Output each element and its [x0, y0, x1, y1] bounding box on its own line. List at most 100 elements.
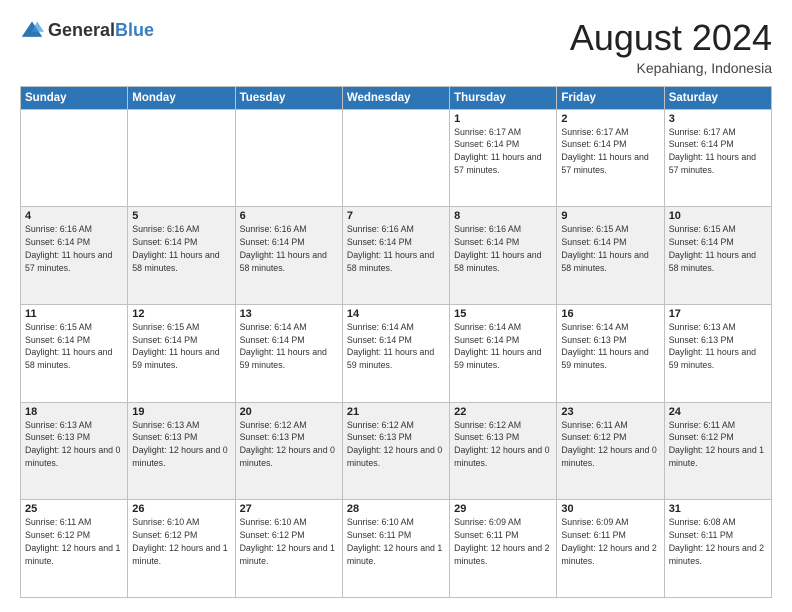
day-number: 21 — [347, 406, 445, 418]
day-number: 1 — [454, 113, 552, 125]
header: GeneralBlue August 2024 Kepahiang, Indon… — [20, 18, 772, 76]
day-number: 13 — [240, 308, 338, 320]
calendar-week-row: 25Sunrise: 6:11 AM Sunset: 6:12 PM Dayli… — [21, 500, 772, 598]
calendar-cell: 20Sunrise: 6:12 AM Sunset: 6:13 PM Dayli… — [235, 402, 342, 500]
day-number: 6 — [240, 210, 338, 222]
calendar-table: SundayMondayTuesdayWednesdayThursdayFrid… — [20, 86, 772, 598]
calendar-cell — [21, 109, 128, 207]
day-info: Sunrise: 6:16 AM Sunset: 6:14 PM Dayligh… — [347, 223, 445, 274]
day-info: Sunrise: 6:11 AM Sunset: 6:12 PM Dayligh… — [669, 419, 767, 470]
weekday-header-thursday: Thursday — [450, 86, 557, 109]
month-title: August 2024 — [570, 18, 772, 58]
calendar-cell: 8Sunrise: 6:16 AM Sunset: 6:14 PM Daylig… — [450, 207, 557, 305]
day-number: 8 — [454, 210, 552, 222]
day-info: Sunrise: 6:10 AM Sunset: 6:11 PM Dayligh… — [347, 516, 445, 567]
day-info: Sunrise: 6:17 AM Sunset: 6:14 PM Dayligh… — [454, 126, 552, 177]
calendar-cell: 14Sunrise: 6:14 AM Sunset: 6:14 PM Dayli… — [342, 304, 449, 402]
calendar-cell: 21Sunrise: 6:12 AM Sunset: 6:13 PM Dayli… — [342, 402, 449, 500]
day-number: 18 — [25, 406, 123, 418]
location: Kepahiang, Indonesia — [570, 60, 772, 76]
day-number: 20 — [240, 406, 338, 418]
calendar-cell: 29Sunrise: 6:09 AM Sunset: 6:11 PM Dayli… — [450, 500, 557, 598]
day-info: Sunrise: 6:10 AM Sunset: 6:12 PM Dayligh… — [240, 516, 338, 567]
day-number: 7 — [347, 210, 445, 222]
weekday-header-friday: Friday — [557, 86, 664, 109]
calendar-cell: 5Sunrise: 6:16 AM Sunset: 6:14 PM Daylig… — [128, 207, 235, 305]
calendar-cell: 1Sunrise: 6:17 AM Sunset: 6:14 PM Daylig… — [450, 109, 557, 207]
day-number: 15 — [454, 308, 552, 320]
day-number: 22 — [454, 406, 552, 418]
calendar-cell: 23Sunrise: 6:11 AM Sunset: 6:12 PM Dayli… — [557, 402, 664, 500]
day-info: Sunrise: 6:11 AM Sunset: 6:12 PM Dayligh… — [25, 516, 123, 567]
calendar-cell: 30Sunrise: 6:09 AM Sunset: 6:11 PM Dayli… — [557, 500, 664, 598]
day-number: 5 — [132, 210, 230, 222]
calendar-cell: 10Sunrise: 6:15 AM Sunset: 6:14 PM Dayli… — [664, 207, 771, 305]
day-number: 17 — [669, 308, 767, 320]
day-number: 9 — [561, 210, 659, 222]
day-number: 26 — [132, 503, 230, 515]
day-number: 2 — [561, 113, 659, 125]
day-info: Sunrise: 6:09 AM Sunset: 6:11 PM Dayligh… — [454, 516, 552, 567]
logo-icon — [20, 18, 44, 42]
day-info: Sunrise: 6:15 AM Sunset: 6:14 PM Dayligh… — [669, 223, 767, 274]
day-number: 16 — [561, 308, 659, 320]
day-info: Sunrise: 6:16 AM Sunset: 6:14 PM Dayligh… — [25, 223, 123, 274]
day-number: 25 — [25, 503, 123, 515]
day-number: 31 — [669, 503, 767, 515]
logo-text: GeneralBlue — [48, 20, 154, 41]
day-info: Sunrise: 6:13 AM Sunset: 6:13 PM Dayligh… — [25, 419, 123, 470]
day-info: Sunrise: 6:11 AM Sunset: 6:12 PM Dayligh… — [561, 419, 659, 470]
day-info: Sunrise: 6:15 AM Sunset: 6:14 PM Dayligh… — [132, 321, 230, 372]
calendar-cell — [342, 109, 449, 207]
page: GeneralBlue August 2024 Kepahiang, Indon… — [0, 0, 792, 612]
day-info: Sunrise: 6:14 AM Sunset: 6:14 PM Dayligh… — [347, 321, 445, 372]
day-info: Sunrise: 6:17 AM Sunset: 6:14 PM Dayligh… — [669, 126, 767, 177]
day-number: 19 — [132, 406, 230, 418]
day-number: 27 — [240, 503, 338, 515]
day-number: 24 — [669, 406, 767, 418]
day-number: 29 — [454, 503, 552, 515]
day-info: Sunrise: 6:14 AM Sunset: 6:14 PM Dayligh… — [454, 321, 552, 372]
calendar-week-row: 18Sunrise: 6:13 AM Sunset: 6:13 PM Dayli… — [21, 402, 772, 500]
calendar-cell: 2Sunrise: 6:17 AM Sunset: 6:14 PM Daylig… — [557, 109, 664, 207]
calendar-cell: 28Sunrise: 6:10 AM Sunset: 6:11 PM Dayli… — [342, 500, 449, 598]
calendar-cell: 31Sunrise: 6:08 AM Sunset: 6:11 PM Dayli… — [664, 500, 771, 598]
day-info: Sunrise: 6:12 AM Sunset: 6:13 PM Dayligh… — [240, 419, 338, 470]
calendar-cell: 13Sunrise: 6:14 AM Sunset: 6:14 PM Dayli… — [235, 304, 342, 402]
day-info: Sunrise: 6:16 AM Sunset: 6:14 PM Dayligh… — [240, 223, 338, 274]
calendar-cell: 27Sunrise: 6:10 AM Sunset: 6:12 PM Dayli… — [235, 500, 342, 598]
day-info: Sunrise: 6:16 AM Sunset: 6:14 PM Dayligh… — [454, 223, 552, 274]
day-info: Sunrise: 6:15 AM Sunset: 6:14 PM Dayligh… — [25, 321, 123, 372]
calendar-cell: 7Sunrise: 6:16 AM Sunset: 6:14 PM Daylig… — [342, 207, 449, 305]
day-info: Sunrise: 6:10 AM Sunset: 6:12 PM Dayligh… — [132, 516, 230, 567]
day-info: Sunrise: 6:13 AM Sunset: 6:13 PM Dayligh… — [669, 321, 767, 372]
logo: GeneralBlue — [20, 18, 154, 42]
weekday-header-tuesday: Tuesday — [235, 86, 342, 109]
day-number: 23 — [561, 406, 659, 418]
calendar-cell: 12Sunrise: 6:15 AM Sunset: 6:14 PM Dayli… — [128, 304, 235, 402]
day-number: 3 — [669, 113, 767, 125]
calendar-cell: 17Sunrise: 6:13 AM Sunset: 6:13 PM Dayli… — [664, 304, 771, 402]
calendar-cell: 22Sunrise: 6:12 AM Sunset: 6:13 PM Dayli… — [450, 402, 557, 500]
day-number: 30 — [561, 503, 659, 515]
day-number: 12 — [132, 308, 230, 320]
day-number: 4 — [25, 210, 123, 222]
calendar-cell: 16Sunrise: 6:14 AM Sunset: 6:13 PM Dayli… — [557, 304, 664, 402]
calendar-cell — [235, 109, 342, 207]
calendar-cell: 11Sunrise: 6:15 AM Sunset: 6:14 PM Dayli… — [21, 304, 128, 402]
title-block: August 2024 Kepahiang, Indonesia — [570, 18, 772, 76]
day-number: 28 — [347, 503, 445, 515]
calendar-cell: 6Sunrise: 6:16 AM Sunset: 6:14 PM Daylig… — [235, 207, 342, 305]
day-number: 11 — [25, 308, 123, 320]
calendar-week-row: 11Sunrise: 6:15 AM Sunset: 6:14 PM Dayli… — [21, 304, 772, 402]
calendar-cell: 19Sunrise: 6:13 AM Sunset: 6:13 PM Dayli… — [128, 402, 235, 500]
calendar-cell: 25Sunrise: 6:11 AM Sunset: 6:12 PM Dayli… — [21, 500, 128, 598]
day-info: Sunrise: 6:14 AM Sunset: 6:14 PM Dayligh… — [240, 321, 338, 372]
day-info: Sunrise: 6:14 AM Sunset: 6:13 PM Dayligh… — [561, 321, 659, 372]
calendar-cell: 18Sunrise: 6:13 AM Sunset: 6:13 PM Dayli… — [21, 402, 128, 500]
weekday-header-sunday: Sunday — [21, 86, 128, 109]
calendar-cell: 24Sunrise: 6:11 AM Sunset: 6:12 PM Dayli… — [664, 402, 771, 500]
day-info: Sunrise: 6:12 AM Sunset: 6:13 PM Dayligh… — [347, 419, 445, 470]
weekday-header-monday: Monday — [128, 86, 235, 109]
day-info: Sunrise: 6:08 AM Sunset: 6:11 PM Dayligh… — [669, 516, 767, 567]
